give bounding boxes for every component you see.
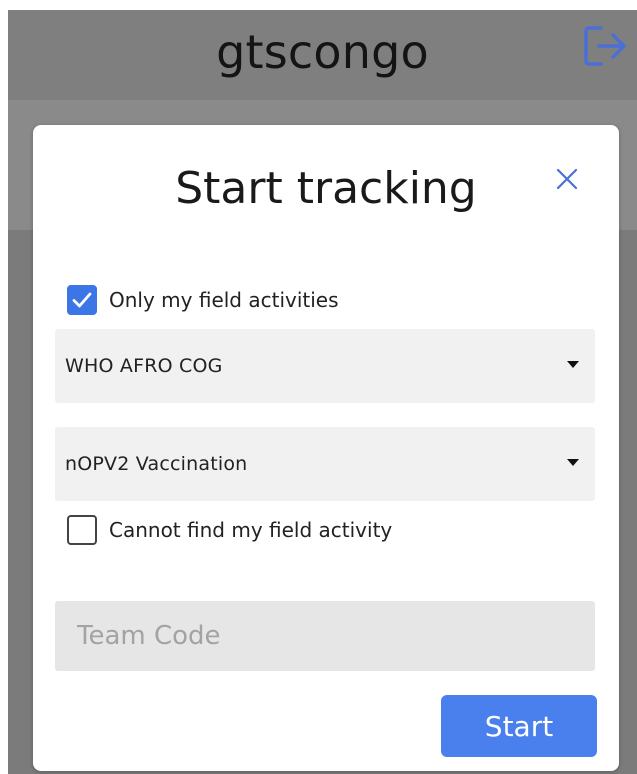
cannot-find-activity-checkbox[interactable]: Cannot find my field activity xyxy=(67,515,392,545)
screen: gtscongo Start tracking Only my field ac… xyxy=(0,0,637,774)
organization-select[interactable]: WHO AFRO COG xyxy=(55,329,595,403)
only-my-activities-label: Only my field activities xyxy=(109,288,339,312)
close-icon[interactable] xyxy=(553,165,581,193)
app-title: gtscongo xyxy=(216,25,429,79)
dialog-title: Start tracking xyxy=(175,163,477,214)
field-activity-select[interactable]: nOPV2 Vaccination xyxy=(55,427,595,501)
cannot-find-activity-label: Cannot find my field activity xyxy=(109,518,393,542)
team-code-input[interactable] xyxy=(55,601,595,671)
checkbox-unchecked-icon[interactable] xyxy=(67,515,97,545)
start-button[interactable]: Start xyxy=(441,695,597,757)
logout-icon[interactable] xyxy=(581,22,629,70)
organization-select-value: WHO AFRO COG xyxy=(65,355,223,377)
checkbox-checked-icon[interactable] xyxy=(67,285,97,315)
only-my-activities-checkbox[interactable]: Only my field activities xyxy=(67,285,339,315)
app-background: gtscongo Start tracking Only my field ac… xyxy=(8,10,637,774)
caret-down-icon xyxy=(567,361,579,368)
app-header: gtscongo xyxy=(8,10,637,100)
caret-down-icon xyxy=(567,459,579,466)
start-tracking-dialog: Start tracking Only my field activities … xyxy=(33,125,619,771)
field-activity-select-value: nOPV2 Vaccination xyxy=(65,453,248,475)
